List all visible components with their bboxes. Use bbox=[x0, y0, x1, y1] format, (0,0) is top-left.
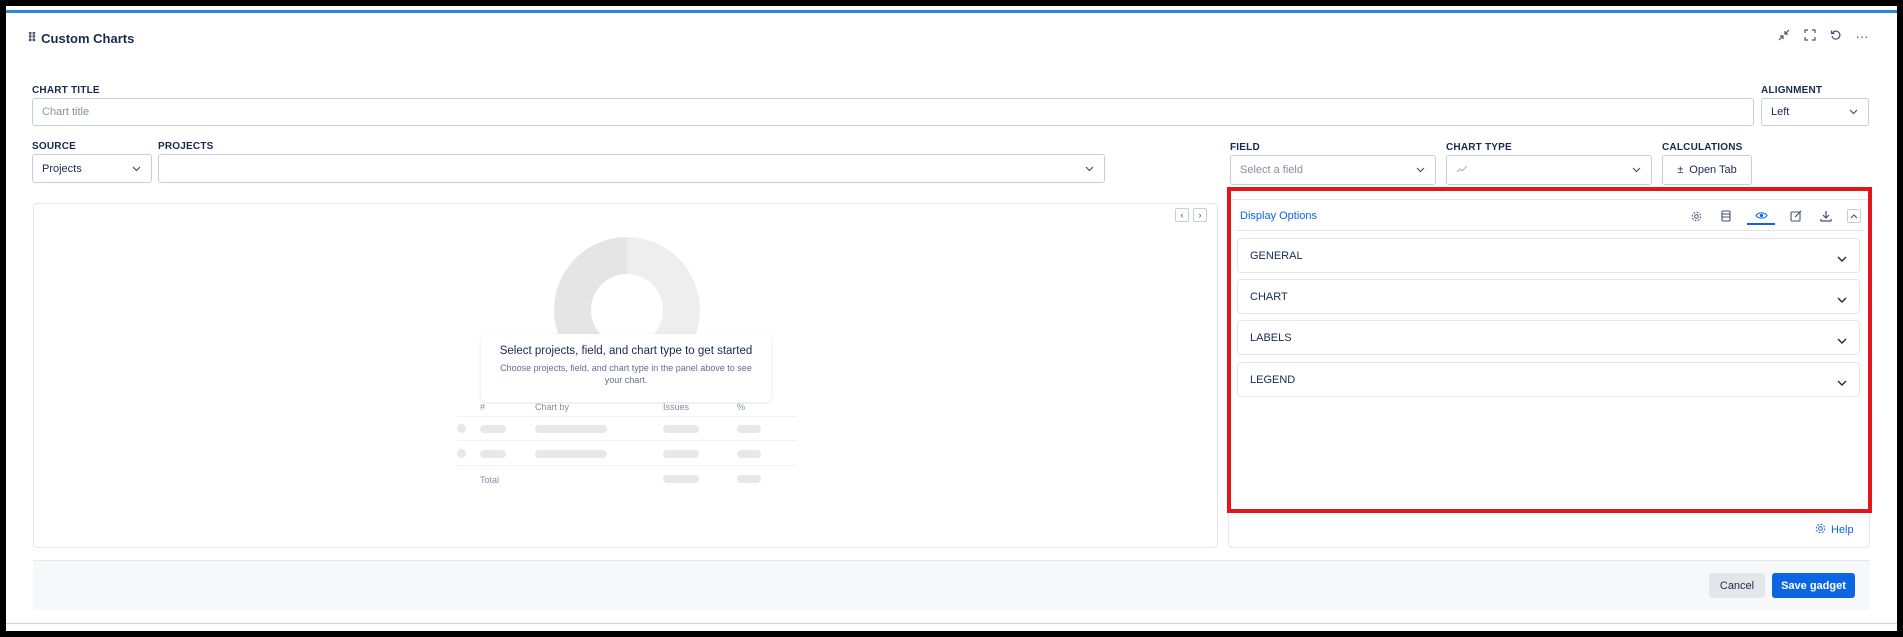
skeleton-bar bbox=[737, 475, 761, 483]
skeleton-header-number: # bbox=[480, 402, 486, 412]
skeleton-bar bbox=[663, 450, 699, 458]
skeleton-bar bbox=[535, 425, 607, 433]
skeleton-bar bbox=[663, 475, 699, 483]
skeleton-header-issues: Issues bbox=[663, 402, 690, 412]
chevron-down-icon bbox=[1837, 332, 1847, 350]
chevron-down-icon bbox=[1837, 374, 1847, 392]
help-label: Help bbox=[1831, 524, 1854, 536]
chevron-down-icon bbox=[1837, 250, 1847, 268]
chart-type-select[interactable] bbox=[1446, 155, 1652, 185]
alignment-label: ALIGNMENT bbox=[1761, 85, 1823, 96]
section-general[interactable]: GENERAL bbox=[1237, 238, 1860, 273]
fullscreen-icon[interactable] bbox=[1803, 29, 1817, 44]
source-value: Projects bbox=[42, 162, 82, 175]
header-actions: ··· bbox=[1777, 29, 1869, 44]
field-placeholder: Select a field bbox=[1240, 164, 1303, 176]
source-select[interactable]: Projects bbox=[32, 154, 152, 183]
section-labels[interactable]: LABELS bbox=[1237, 320, 1860, 355]
skeleton-total-label: Total bbox=[480, 475, 500, 485]
settings-icon bbox=[1815, 523, 1826, 537]
section-chart[interactable]: CHART bbox=[1237, 279, 1860, 314]
skeleton-dot bbox=[457, 424, 466, 433]
more-icon[interactable]: ··· bbox=[1855, 29, 1869, 44]
plus-minus-icon: ± bbox=[1677, 164, 1684, 176]
field-label: FIELD bbox=[1230, 142, 1260, 153]
skeleton-divider bbox=[457, 440, 797, 441]
skeleton-header-chart-by: Chart by bbox=[535, 402, 570, 412]
open-tab-button[interactable]: ± Open Tab bbox=[1662, 155, 1752, 185]
preview-pager: ‹ › bbox=[1175, 208, 1207, 222]
projects-select[interactable] bbox=[158, 154, 1105, 183]
skeleton-header-percent: % bbox=[737, 402, 746, 412]
display-options-tools bbox=[1687, 207, 1861, 225]
chevron-down-icon bbox=[1632, 167, 1641, 173]
section-labels-label: LABELS bbox=[1250, 332, 1292, 344]
refresh-icon[interactable] bbox=[1829, 29, 1843, 44]
cancel-button[interactable]: Cancel bbox=[1709, 573, 1765, 598]
chevron-up-icon[interactable] bbox=[1847, 209, 1861, 223]
gadget-header: ⠿ Custom Charts bbox=[27, 30, 134, 46]
drag-handle-icon[interactable]: ⠿ bbox=[27, 30, 37, 46]
empty-state-subtitle: Choose projects, field, and chart type i… bbox=[500, 363, 752, 385]
gadget-title: Custom Charts bbox=[41, 30, 135, 46]
source-label: SOURCE bbox=[32, 141, 76, 152]
chart-type-label: CHART TYPE bbox=[1446, 142, 1512, 153]
line-chart-icon bbox=[1456, 164, 1468, 177]
chevron-left-icon[interactable]: ‹ bbox=[1175, 208, 1189, 222]
display-options-header: Display Options bbox=[1237, 201, 1865, 231]
section-chart-label: CHART bbox=[1250, 291, 1288, 303]
skeleton-divider bbox=[457, 416, 797, 417]
eye-icon[interactable] bbox=[1747, 207, 1775, 225]
display-options-title[interactable]: Display Options bbox=[1240, 210, 1317, 222]
chart-title-label: CHART TITLE bbox=[32, 85, 100, 96]
help-link[interactable]: Help bbox=[1815, 523, 1854, 537]
skeleton-bar bbox=[480, 450, 506, 458]
empty-state-title: Select projects, field, and chart type t… bbox=[499, 345, 753, 357]
chevron-right-icon[interactable]: › bbox=[1193, 208, 1207, 222]
alignment-value: Left bbox=[1771, 106, 1790, 118]
field-select[interactable]: Select a field bbox=[1230, 155, 1436, 185]
skeleton-bar bbox=[737, 450, 761, 458]
chevron-down-icon bbox=[132, 166, 141, 172]
skeleton-bar bbox=[663, 425, 699, 433]
alignment-select[interactable]: Left bbox=[1761, 98, 1869, 126]
section-legend-label: LEGEND bbox=[1250, 374, 1296, 386]
chart-title-input[interactable]: Chart title bbox=[32, 98, 1754, 126]
chevron-down-icon bbox=[1837, 291, 1847, 309]
skeleton-bar bbox=[737, 425, 761, 433]
bottom-divider bbox=[6, 623, 1897, 624]
skeleton-bar bbox=[480, 425, 506, 433]
table-icon[interactable] bbox=[1717, 207, 1735, 225]
skeleton-dot bbox=[457, 449, 466, 458]
section-legend[interactable]: LEGEND bbox=[1237, 362, 1860, 397]
chevron-down-icon bbox=[1849, 109, 1858, 115]
chevron-down-icon bbox=[1416, 167, 1425, 173]
settings-icon[interactable] bbox=[1687, 207, 1705, 225]
minimize-icon[interactable] bbox=[1777, 29, 1791, 44]
save-gadget-button[interactable]: Save gadget bbox=[1772, 573, 1855, 598]
chevron-down-icon bbox=[1085, 166, 1094, 172]
calculations-label: CALCULATIONS bbox=[1662, 142, 1743, 153]
chart-preview: ‹ › Select projects, field, and chart ty… bbox=[33, 203, 1218, 548]
download-icon[interactable] bbox=[1817, 207, 1835, 225]
chart-title-placeholder: Chart title bbox=[42, 106, 90, 118]
section-general-label: GENERAL bbox=[1250, 250, 1303, 262]
skeleton-bar bbox=[535, 450, 607, 458]
open-tab-label: Open Tab bbox=[1689, 164, 1737, 176]
skeleton-divider bbox=[457, 465, 797, 466]
empty-state-card: Select projects, field, and chart type t… bbox=[481, 334, 771, 402]
edit-icon[interactable] bbox=[1787, 207, 1805, 225]
footer-bar bbox=[33, 560, 1870, 610]
projects-label: PROJECTS bbox=[158, 141, 214, 152]
top-accent-line bbox=[6, 10, 1897, 13]
